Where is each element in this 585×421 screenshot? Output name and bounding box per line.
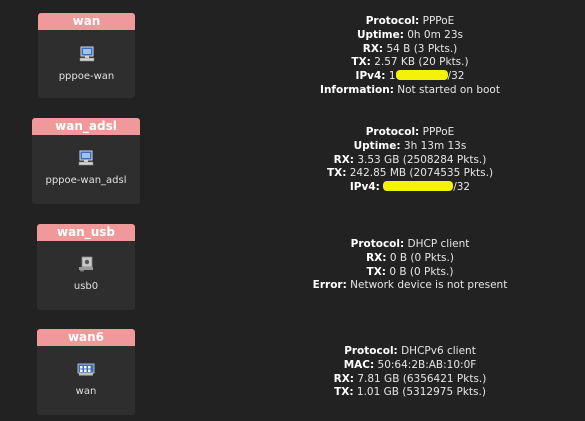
network-ethernet-icon [77,150,95,166]
interface-device: wan [75,386,97,397]
interface-badge-wan[interactable]: wan pppoe-wan [38,13,135,98]
interface-name: wan_usb [37,224,135,241]
interface-info-wan-adsl: Protocol: PPPoE Uptime: 3h 13m 13s RX: 3… [240,126,580,195]
info-ipv4: IPv4: /32 [349,181,471,194]
info-uptime: Uptime: 0h 0m 23s [356,28,464,41]
info-protocol: Protocol: DHCP client [350,238,470,250]
network-ethernet-icon [78,46,96,62]
info-mac: MAC: 50:64:2B:AB:10:0F [343,358,477,371]
interface-info-wan6: Protocol: DHCPv6 client MAC: 50:64:2B:AB… [240,345,580,400]
info-error: Error: Network device is not present [312,279,508,292]
info-information: Information: Not started on boot [320,83,500,96]
info-ipv4: IPv4: 1/32 [355,70,465,83]
info-protocol: Protocol: DHCPv6 client [344,345,476,357]
interface-badge-wan6[interactable]: wan6 wan [37,329,135,415]
info-rx: RX: 3.53 GB (2508284 Pkts.) [333,153,487,166]
info-tx: TX: 242.85 MB (2074535 Pkts.) [326,167,494,180]
info-protocol: Protocol: PPPoE [365,15,455,27]
interface-device: usb0 [73,281,99,292]
interface-device: pppoe-wan [58,71,115,82]
interface-name: wan [38,13,135,30]
interface-info-wan-usb: Protocol: DHCP client RX: 0 B (0 Pkts.) … [240,238,580,293]
info-protocol: Protocol: PPPoE [365,126,455,138]
info-rx: RX: 7.81 GB (6356421 Pkts.) [333,372,487,385]
interface-name: wan_adsl [32,118,140,135]
redaction-mark [395,70,448,81]
info-rx: RX: 54 B (3 Pkts.) [362,42,458,55]
info-rx: RX: 0 B (0 Pkts.) [366,251,454,264]
interface-status-panel: wan pppoe-wan Protocol: PPPoE Uptime: 0h… [0,0,585,421]
info-tx: TX: 1.01 GB (5312975 Pkts.) [334,386,486,399]
interface-name: wan6 [37,329,135,346]
interface-badge-wan-usb[interactable]: wan_usb usb0 [37,224,135,310]
info-tx: TX: 0 B (0 Pkts.) [366,265,454,278]
info-uptime: Uptime: 3h 13m 13s [353,139,467,152]
usb-device-icon [77,256,95,272]
redaction-mark [383,181,454,192]
interface-badge-wan-adsl[interactable]: wan_adsl pppoe-wan_adsl [32,118,140,204]
interface-device: pppoe-wan_adsl [45,175,127,186]
interface-info-wan: Protocol: PPPoE Uptime: 0h 0m 23s RX: 54… [240,15,580,98]
info-tx: TX: 2.57 KB (20 Pkts.) [351,56,469,69]
switch-port-icon [77,361,95,377]
